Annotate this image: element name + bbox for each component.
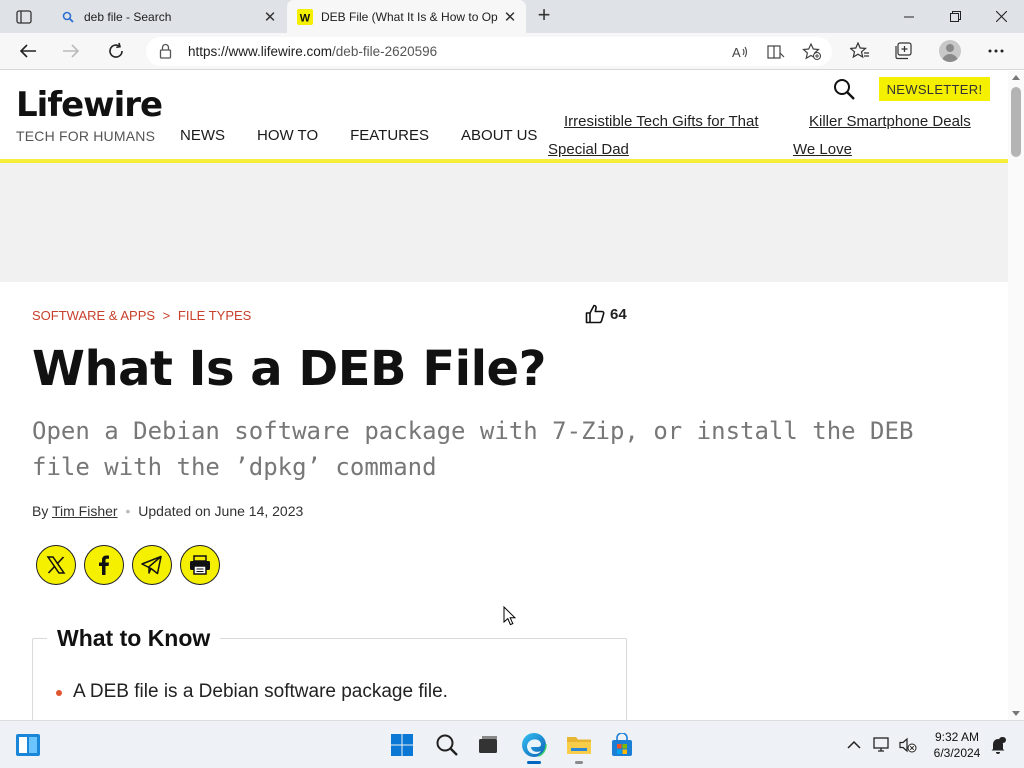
author-link[interactable]: Tim Fisher <box>52 503 118 519</box>
byline: By Tim Fisher • Updated on June 14, 2023 <box>32 503 303 519</box>
search-icon[interactable] <box>833 78 855 100</box>
site-tagline: TECH FOR HUMANS <box>16 128 156 144</box>
byline-prefix: By <box>32 503 49 519</box>
scroll-up-icon[interactable] <box>1012 75 1020 80</box>
taskbar-search-icon[interactable] <box>431 729 463 761</box>
url-host: https://www.lifewire.com <box>188 44 333 59</box>
start-icon[interactable] <box>386 729 418 761</box>
add-favorite-icon[interactable] <box>801 42 823 62</box>
what-to-know-title: What to Know <box>47 625 221 652</box>
widgets-icon[interactable] <box>12 729 44 761</box>
tab-title: deb file - Search <box>84 9 172 24</box>
url-text[interactable]: https://www.lifewire.com/deb-file-262059… <box>188 44 437 59</box>
system-clock[interactable]: 9:32 AM 6/3/2024 <box>925 729 989 761</box>
restore-icon[interactable] <box>932 0 978 33</box>
nav-how-to[interactable]: HOW TO <box>257 127 318 144</box>
breadcrumb-file-types[interactable]: FILE TYPES <box>178 308 251 323</box>
page-viewport: Lifewire TECH FOR HUMANS NEWS HOW TO FEA… <box>0 71 1008 720</box>
promo-link-tech-gifts-cont[interactable]: Special Dad <box>548 136 629 164</box>
main-nav: NEWS HOW TO FEATURES ABOUT US <box>180 127 569 144</box>
browser-tab-bar: deb file - Search ✕ W DEB File (What It … <box>0 0 1024 33</box>
tab-lifewire[interactable]: W DEB File (What It Is & How to Op ✕ <box>287 0 526 33</box>
edge-icon[interactable] <box>518 729 550 764</box>
article-subtitle: Open a Debian software package with 7-Zi… <box>32 417 914 481</box>
volume-muted-icon[interactable] <box>898 735 918 755</box>
facebook-icon[interactable] <box>84 545 124 585</box>
profile-avatar-icon[interactable] <box>939 40 961 62</box>
breadcrumb: SOFTWARE & APPS > FILE TYPES <box>32 308 255 323</box>
tab-search[interactable]: deb file - Search ✕ <box>50 0 286 33</box>
site-logo[interactable]: Lifewire <box>16 85 163 125</box>
immersive-reader-icon[interactable] <box>765 42 787 62</box>
more-options-icon[interactable] <box>983 39 1009 63</box>
notifications-icon[interactable] <box>988 735 1008 755</box>
list-item: A DEB file is a Debian software package … <box>55 681 448 703</box>
file-explorer-icon[interactable] <box>563 729 595 764</box>
scroll-thumb[interactable] <box>1011 87 1021 157</box>
article-title: What Is a DEB File? <box>32 341 546 397</box>
show-hidden-icons-icon[interactable] <box>844 735 864 755</box>
back-icon[interactable] <box>15 39 41 63</box>
what-to-know-list: A DEB file is a Debian software package … <box>55 681 448 703</box>
windows-taskbar: 9:32 AM 6/3/2024 <box>0 720 1024 768</box>
collections-icon[interactable] <box>891 39 917 63</box>
nav-news[interactable]: NEWS <box>180 127 225 144</box>
url-bar[interactable]: https://www.lifewire.com/deb-file-262059… <box>146 37 832 66</box>
print-icon[interactable] <box>180 545 220 585</box>
newsletter-button[interactable]: NEWSLETTER! <box>879 77 990 101</box>
promo-link-smartphone-deals[interactable]: Killer Smartphone Deals <box>809 108 971 136</box>
x-icon[interactable] <box>36 545 76 585</box>
telegram-icon[interactable] <box>132 545 172 585</box>
favorites-icon[interactable] <box>847 39 873 63</box>
like-count: 64 <box>610 305 627 323</box>
read-aloud-icon[interactable]: A <box>729 42 751 62</box>
byline-separator: • <box>125 503 131 519</box>
url-path: /deb-file-2620596 <box>332 44 438 59</box>
forward-icon[interactable] <box>58 39 84 63</box>
thumbs-up-icon <box>585 304 605 324</box>
site-header: Lifewire TECH FOR HUMANS NEWS HOW TO FEA… <box>0 71 1008 163</box>
lifewire-favicon-icon: W <box>297 8 313 25</box>
updated-date: Updated on June 14, 2023 <box>138 503 304 519</box>
network-icon[interactable] <box>872 735 892 755</box>
clock-time: 9:32 AM <box>934 730 980 744</box>
ad-banner-area <box>0 163 1008 282</box>
what-to-know-box: What to Know A DEB file is a Debian soft… <box>32 625 627 720</box>
tab-actions-icon[interactable] <box>11 7 37 27</box>
task-view-icon[interactable] <box>472 729 504 761</box>
address-toolbar: https://www.lifewire.com/deb-file-262059… <box>0 33 1024 70</box>
promo-link-tech-gifts[interactable]: Irresistible Tech Gifts for That <box>564 108 759 136</box>
breadcrumb-software-apps[interactable]: SOFTWARE & APPS <box>32 308 155 323</box>
like-button[interactable]: 64 <box>585 304 627 324</box>
breadcrumb-separator: > <box>162 308 171 323</box>
lock-icon[interactable] <box>159 43 172 64</box>
page-scrollbar[interactable] <box>1008 71 1024 720</box>
refresh-icon[interactable] <box>103 39 129 63</box>
svg-text:W: W <box>300 12 311 24</box>
new-tab-icon[interactable]: + <box>532 4 556 27</box>
close-tab-icon[interactable]: ✕ <box>260 7 280 27</box>
clock-date: 6/3/2024 <box>933 746 981 760</box>
share-buttons <box>36 545 220 585</box>
close-tab-icon[interactable]: ✕ <box>500 7 520 27</box>
promo-link-smartphone-deals-cont[interactable]: We Love <box>793 136 852 164</box>
svg-text:A: A <box>732 45 741 60</box>
scroll-down-icon[interactable] <box>1012 711 1020 716</box>
nav-features[interactable]: FEATURES <box>350 127 429 144</box>
microsoft-store-icon[interactable] <box>606 729 638 761</box>
minimize-icon[interactable] <box>886 0 932 33</box>
search-favicon-icon <box>60 9 76 25</box>
tab-title: DEB File (What It Is & How to Op <box>321 9 498 24</box>
close-window-icon[interactable] <box>978 0 1024 33</box>
nav-about-us[interactable]: ABOUT US <box>461 127 537 144</box>
mouse-cursor-icon <box>503 605 517 631</box>
